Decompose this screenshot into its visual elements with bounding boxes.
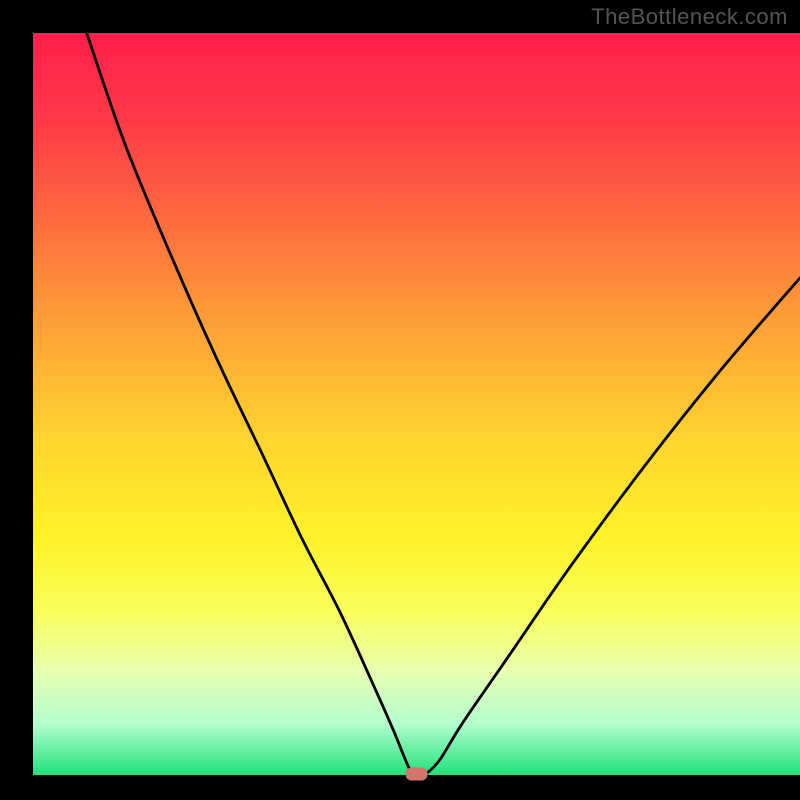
watermark-text: TheBottleneck.com	[591, 4, 788, 30]
plot-background	[33, 33, 800, 775]
bottleneck-chart	[0, 0, 800, 800]
optimum-marker	[406, 768, 428, 781]
chart-frame: TheBottleneck.com	[0, 0, 800, 800]
